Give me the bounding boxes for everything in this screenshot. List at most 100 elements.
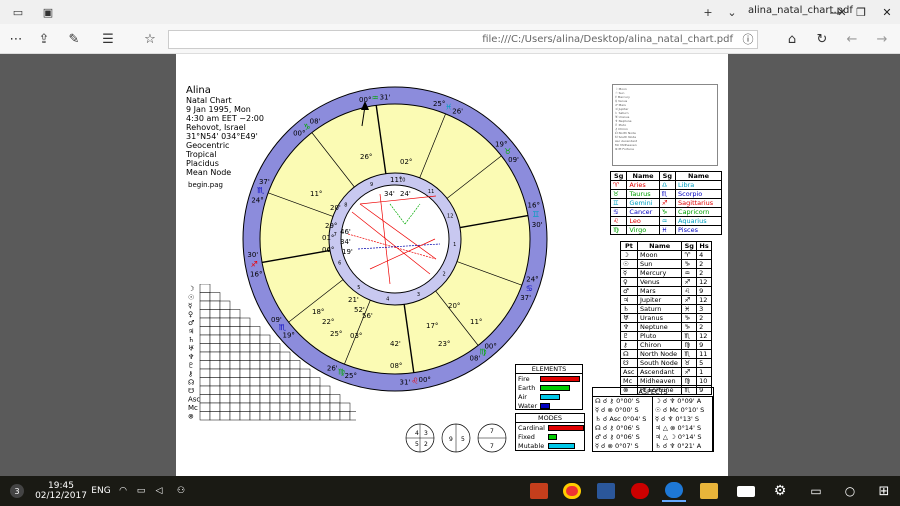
info-icon[interactable]: ⓘ [738, 29, 758, 49]
aspect-grid-row-glyph: ☽ [188, 285, 194, 293]
aspect-row: ♄ ☌ Asc 0°04' S ☿ ☌ ♆ 0°13' S [593, 415, 713, 424]
bar-fill [540, 384, 570, 391]
aspect-grid-cell [219, 385, 231, 395]
bar-label: Earth [518, 383, 536, 392]
planet-sign: ♉ [681, 358, 698, 368]
home-icon[interactable]: ⌂ [782, 29, 802, 49]
sign-name: Leo [626, 216, 660, 226]
people-icon[interactable]: ⚇ [174, 480, 188, 502]
planet-name: Mercury [636, 268, 683, 278]
cusp-sign: ♏ [257, 186, 265, 195]
aspect-grid-cell [229, 309, 241, 319]
explorer-icon[interactable] [697, 480, 721, 502]
pen-icon[interactable]: ✎ [64, 29, 84, 49]
aspect-grid-cell [199, 292, 211, 302]
search-icon[interactable]: ○ [838, 480, 862, 502]
chrome-icon[interactable] [560, 480, 584, 502]
back-icon[interactable]: ← [842, 29, 862, 49]
tabs-aside-icon[interactable]: ▣ [36, 0, 60, 24]
planet-sign: ♐ [681, 367, 698, 377]
aspect-grid-cell [249, 385, 261, 395]
edge-icon[interactable] [662, 480, 686, 502]
hemisphere-count: 2 [424, 441, 428, 448]
mail-icon[interactable] [734, 480, 758, 502]
planet-house: 10 [696, 376, 712, 386]
planet-sign: ♏ [681, 331, 698, 341]
aspect-grid-cell [259, 360, 271, 370]
start-badge[interactable]: 3 [8, 480, 26, 502]
planet-glyph: ♅ [620, 313, 638, 323]
aspect-grid-cell [339, 402, 351, 412]
aspect-grid-cell [279, 360, 291, 370]
bar-label: Fire [518, 374, 530, 383]
aspect-grid-cell [239, 334, 251, 344]
aspect-grid-cell [259, 351, 271, 361]
word-icon[interactable] [594, 480, 618, 502]
bar-row: Fixed [516, 432, 584, 441]
settings-gear-icon[interactable]: ⚙ [768, 480, 792, 502]
wifi-icon[interactable]: ◠ [116, 480, 130, 502]
url-field[interactable]: file:///C:/Users/alina/Desktop/alina_nat… [168, 30, 758, 49]
signs-row: ♍ Virgo ♓ Pisces [609, 225, 722, 235]
aspect-grid-cell [239, 360, 251, 370]
aspect-grid-cell [239, 394, 251, 404]
planet-name: Ascendant [636, 367, 683, 377]
aspect-grid-cell [289, 411, 301, 421]
aspect-grid-cell [199, 300, 211, 310]
language-indicator[interactable]: ENG [90, 480, 112, 502]
aspect-grid-cell [299, 377, 311, 387]
maximize-icon[interactable]: ❐ [848, 0, 874, 24]
sign-glyph: ♋ [609, 207, 628, 217]
task-view-icon[interactable]: ▭ [804, 480, 828, 502]
planet-glyph: ♂ [620, 286, 638, 296]
refresh-icon[interactable]: ↻ [812, 29, 832, 49]
forward-icon[interactable]: → [872, 29, 892, 49]
aspect-grid-cell [209, 334, 221, 344]
planet-sign: ♑ [681, 322, 698, 332]
aspect-grid-cell [239, 326, 251, 336]
aspect-grid-cell [199, 360, 211, 370]
battery-icon[interactable]: ▭ [134, 480, 148, 502]
aspect-grid-cell [349, 411, 356, 421]
aspect-grid-cell [249, 351, 261, 361]
notification-badge: 3 [10, 484, 24, 498]
cusp-degree: 16° [250, 271, 262, 279]
favorites-icon[interactable]: ☰ [98, 29, 118, 49]
clock[interactable]: 19:45 02/12/2017 [35, 480, 87, 502]
aspect-grid-row-glyph: ☿ [188, 302, 192, 310]
volume-icon[interactable]: ◁ [152, 480, 166, 502]
aspect-grid-cell [319, 385, 331, 395]
star-icon[interactable]: ☆ [140, 29, 160, 49]
aspect-grid-cell [199, 284, 211, 293]
signs-header-name: Name [626, 171, 660, 181]
aspect-grid-row-glyph: Asc [188, 396, 200, 404]
aspect-grid-cell [259, 385, 271, 395]
pdf-viewer[interactable]: Alina Natal Chart 9 Jan 1995, Mon 4:30 a… [0, 54, 900, 476]
bar-label: Fixed [518, 432, 535, 441]
share-icon[interactable]: ⇪ [34, 29, 54, 49]
close-window-icon[interactable]: ✕ [874, 0, 900, 24]
planet-position-label: 11° [310, 190, 322, 198]
aspect-grid-cell [219, 309, 231, 319]
aspect-grid-row-glyph: Mc [188, 404, 198, 412]
planet-name: Sun [636, 259, 683, 269]
aspect-grid-cell [219, 343, 231, 353]
tab-manager-icon[interactable]: ▭ [6, 0, 30, 24]
aspect-grid-cell [219, 394, 231, 404]
powerpoint-icon[interactable] [527, 480, 551, 502]
planet-sign: ♐ [681, 277, 698, 287]
sign-name: Aries [626, 180, 660, 190]
app-icon[interactable] [628, 480, 652, 502]
new-tab-plus-icon[interactable]: + [696, 0, 720, 24]
aspect-grid-cell [309, 385, 321, 395]
tab-list-chevron-icon[interactable]: ⌄ [720, 0, 744, 24]
aspect-grid-cell [259, 411, 271, 421]
planet-glyph: ☿ [620, 268, 638, 278]
ellipsis-icon[interactable]: ⋯ [6, 29, 26, 49]
planet-glyph: ♃ [620, 295, 638, 305]
minimize-icon[interactable]: — [822, 0, 848, 24]
windows-start-icon[interactable]: ⊞ [872, 480, 896, 502]
sign-name: Taurus [626, 189, 660, 199]
aspect-grid-cell [239, 377, 251, 387]
bar-fill [548, 424, 584, 431]
